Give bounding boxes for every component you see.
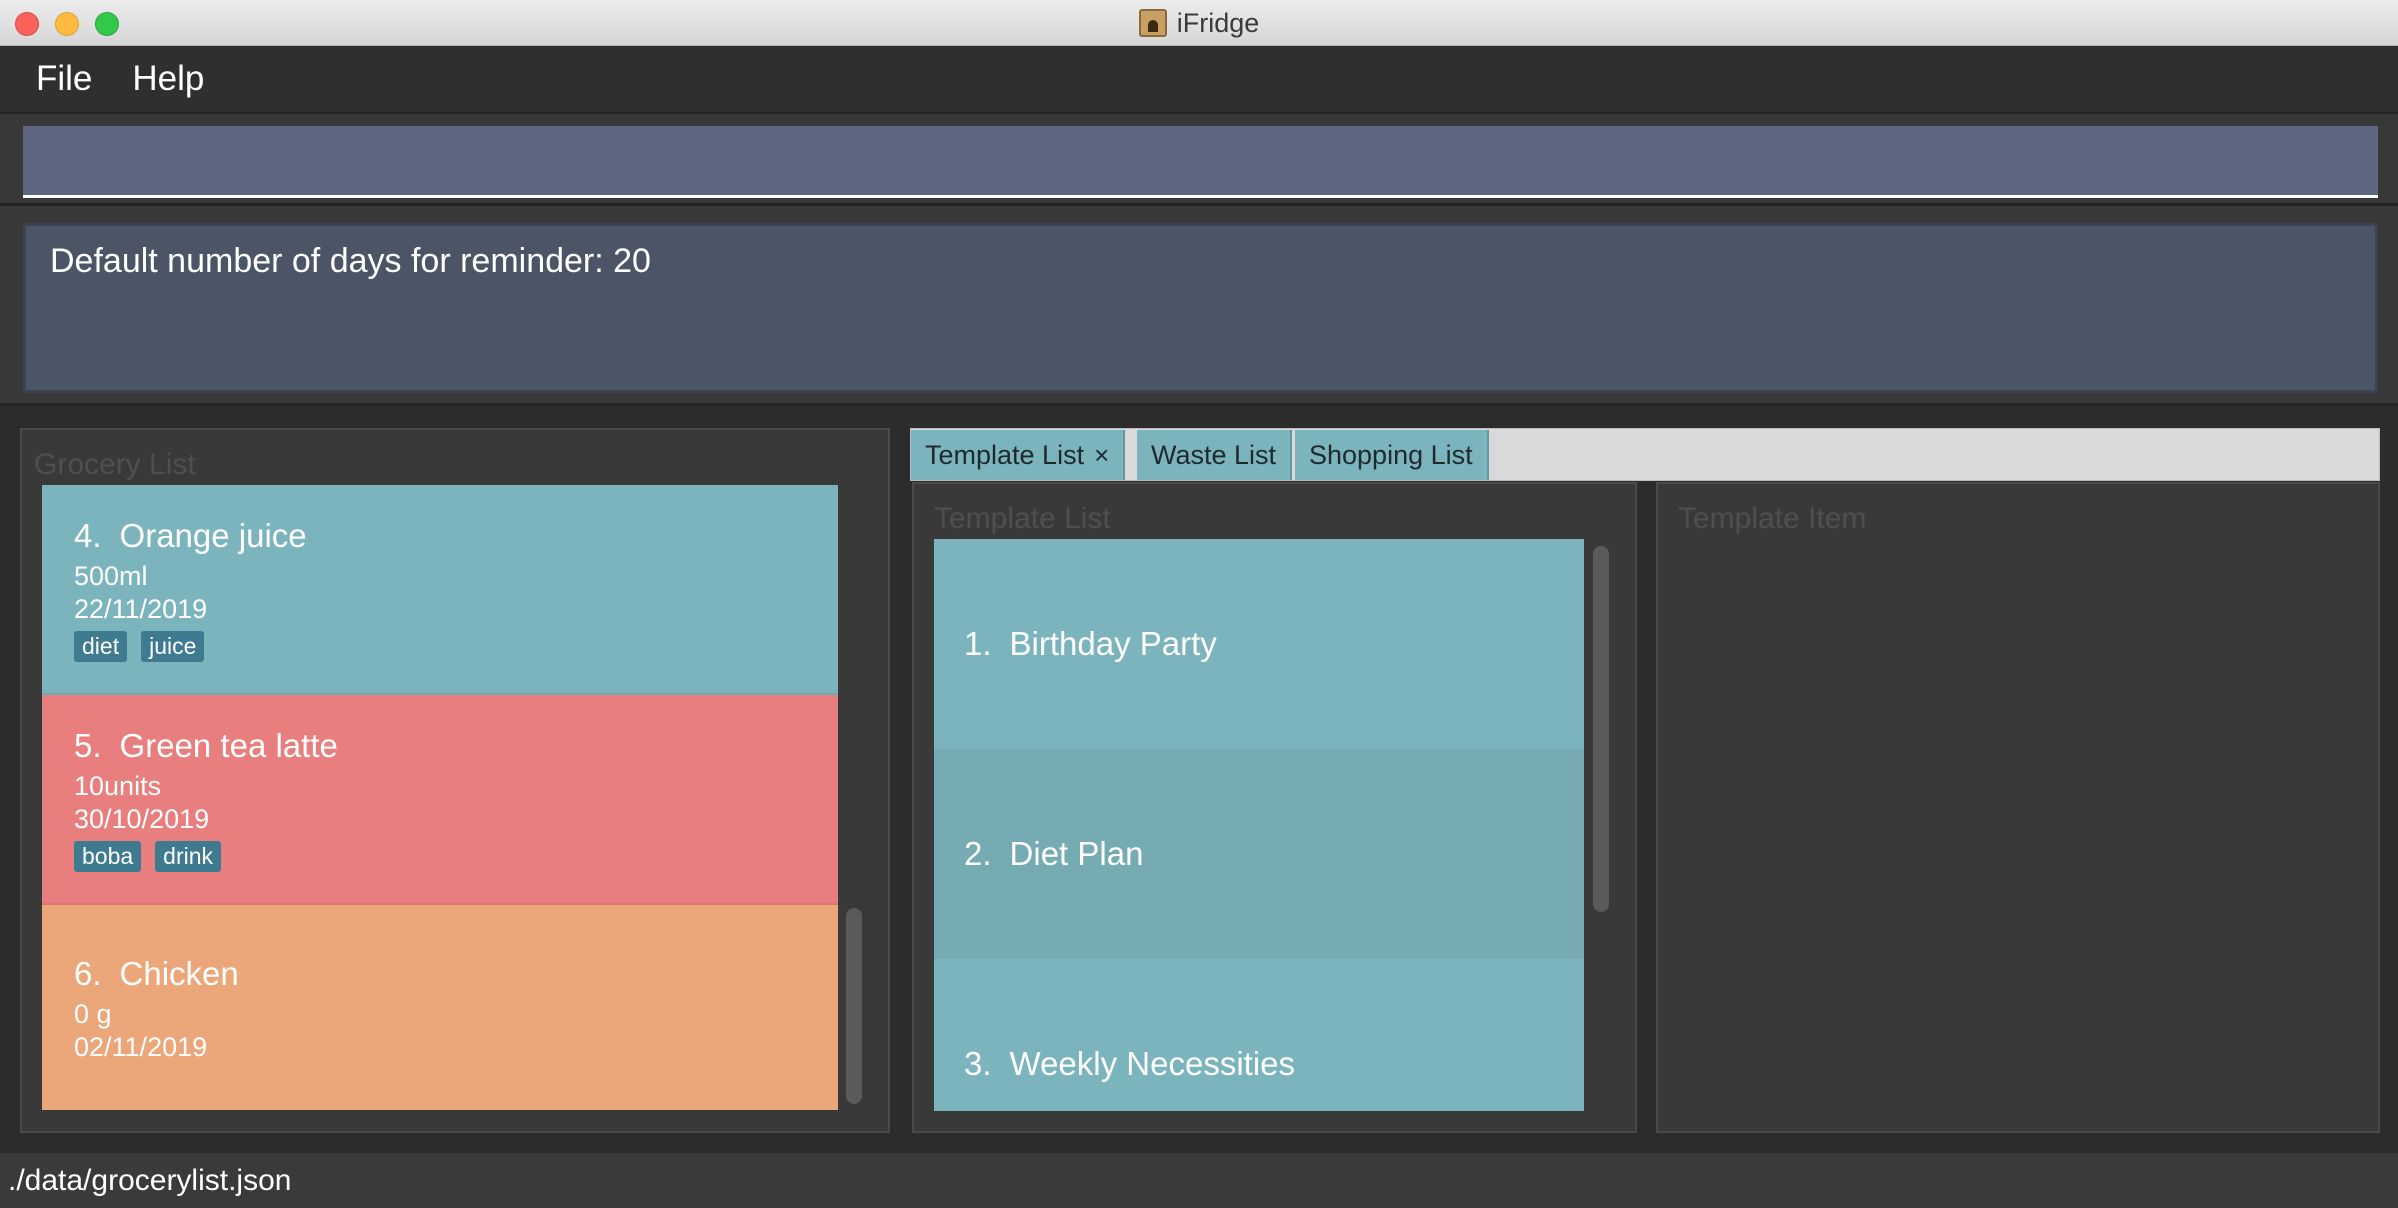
template-card[interactable]: 3. Weekly Necessities [934, 959, 1584, 1111]
tab-bar: Template List × Waste List Shopping List [910, 428, 2380, 481]
menu-file[interactable]: File [22, 59, 106, 99]
grocery-list-title: Grocery List [34, 448, 196, 481]
grocery-name: Chicken [119, 955, 239, 992]
tab-label: Waste List [1151, 439, 1277, 470]
save-location-path: ./data/grocerylist.json [8, 1163, 292, 1197]
tag: drink [155, 841, 222, 872]
template-list-panel: Template List 1. Birthday Party 2. Diet Pl… [912, 482, 1637, 1133]
grocery-name: Green tea latte [119, 727, 338, 764]
tab-template-list[interactable]: Template List × [911, 430, 1126, 480]
command-box-container [0, 114, 2398, 206]
template-name: Weekly Necessities [1009, 1045, 1296, 1082]
grocery-amount: 500ml [74, 561, 148, 591]
grocery-list-scrollbar[interactable] [846, 908, 862, 1104]
tab-shopping-list[interactable]: Shopping List [1295, 430, 1489, 480]
result-display-container: Default number of days for reminder: 20 [0, 206, 2398, 406]
app-icon [1138, 9, 1167, 37]
tab-label: Shopping List [1309, 439, 1473, 470]
command-input[interactable] [23, 126, 2378, 198]
window-title: iFridge [1176, 7, 1260, 38]
grocery-amount: 0 g [74, 999, 112, 1029]
tag: boba [74, 841, 142, 872]
template-index: 3. [964, 1045, 992, 1082]
grocery-name-line: 4. Orange juice [74, 517, 838, 555]
template-item-panel: Template Item [1656, 482, 2380, 1133]
grocery-tags: diet juice [74, 631, 838, 662]
grocery-index: 6. [74, 955, 102, 992]
grocery-name-line: 6. Chicken [74, 955, 838, 993]
template-card[interactable]: 1. Birthday Party [934, 539, 1584, 749]
status-bar: ./data/grocerylist.json [0, 1151, 2398, 1208]
tag: diet [74, 631, 128, 662]
template-index: 2. [964, 835, 992, 872]
template-list-scrollbar[interactable] [1593, 546, 1609, 912]
main-area: Grocery List 4. Orange juice 500ml 22/11/… [0, 406, 2398, 1151]
template-list[interactable]: 1. Birthday Party 2. Diet Plan 3. Weekly Ne… [934, 539, 1584, 1111]
grocery-name-line: 5. Green tea latte [74, 727, 838, 765]
template-card[interactable]: 2. Diet Plan [934, 749, 1584, 959]
title-bar: iFridge [0, 0, 2398, 46]
grocery-tags: boba drink [74, 841, 838, 872]
grocery-expiry-date: 02/11/2019 [74, 1032, 208, 1062]
template-item-title: Template Item [1678, 502, 1867, 535]
template-name: Diet Plan [1009, 835, 1144, 872]
tab-label: Template List [925, 439, 1085, 470]
menu-help[interactable]: Help [118, 59, 218, 99]
grocery-card[interactable]: 6. Chicken 0 g 02/11/2019 [42, 905, 838, 1110]
grocery-list[interactable]: 4. Orange juice 500ml 22/11/2019 diet jui… [42, 485, 838, 1110]
menu-bar: File Help [0, 46, 2398, 114]
grocery-index: 5. [74, 727, 102, 764]
grocery-amount: 10units [74, 771, 162, 801]
result-display: Default number of days for reminder: 20 [23, 223, 2378, 393]
close-icon[interactable]: × [1094, 440, 1109, 471]
grocery-list-panel: Grocery List 4. Orange juice 500ml 22/11/… [20, 428, 890, 1133]
template-index: 1. [964, 625, 992, 662]
grocery-index: 4. [74, 517, 102, 554]
window-title-group: iFridge [0, 0, 2398, 46]
grocery-expiry-date: 22/11/2019 [74, 594, 208, 624]
tag: juice [141, 631, 205, 662]
template-name: Birthday Party [1009, 625, 1217, 662]
grocery-name: Orange juice [119, 517, 307, 554]
grocery-card[interactable]: 5. Green tea latte 10units 30/10/2019 bob… [42, 695, 838, 905]
tab-waste-list[interactable]: Waste List [1137, 430, 1293, 480]
grocery-expiry-date: 30/10/2019 [74, 804, 210, 834]
template-list-title: Template List [934, 502, 1111, 535]
grocery-card[interactable]: 4. Orange juice 500ml 22/11/2019 diet jui… [42, 485, 838, 695]
